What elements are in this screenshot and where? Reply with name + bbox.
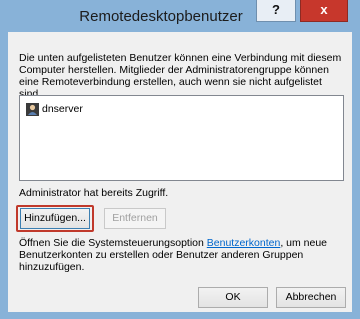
close-button[interactable]: x: [300, 0, 348, 22]
title-bar[interactable]: Remotedesktopbenutzer ? x: [0, 0, 360, 32]
info-text-before: Öffnen Sie die Systemsteuerungsoption: [19, 237, 207, 249]
remote-desktop-users-dialog: Remotedesktopbenutzer ? x Die unten aufg…: [0, 0, 360, 319]
user-accounts-link[interactable]: Benutzerkonten: [207, 237, 281, 249]
user-list[interactable]: dnserver: [19, 95, 344, 181]
admin-note: Administrator hat bereits Zugriff.: [19, 187, 169, 199]
user-name: dnserver: [42, 103, 83, 115]
help-button[interactable]: ?: [256, 0, 296, 22]
user-icon: [26, 102, 39, 116]
ok-button[interactable]: OK: [198, 287, 268, 308]
info-text: Öffnen Sie die Systemsteuerungsoption Be…: [19, 237, 344, 273]
cancel-button[interactable]: Abbrechen: [276, 287, 346, 308]
add-button[interactable]: Hinzufügen...: [20, 208, 90, 229]
remove-button[interactable]: Entfernen: [104, 208, 166, 229]
dialog-content: Die unten aufgelisteten Benutzer können …: [8, 32, 352, 312]
list-item[interactable]: dnserver: [26, 102, 83, 116]
description-text: Die unten aufgelisteten Benutzer können …: [19, 52, 342, 100]
